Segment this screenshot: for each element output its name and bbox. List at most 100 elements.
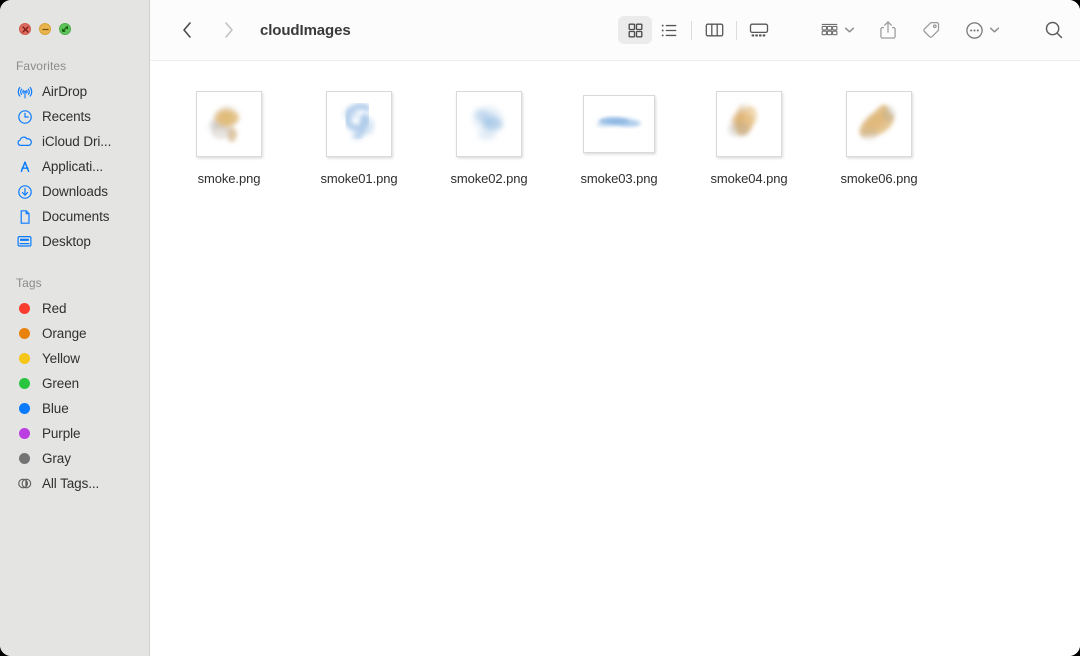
toolbar: cloudImages (150, 0, 1080, 61)
sidebar-tag-gray[interactable]: Gray (0, 446, 149, 471)
sidebar-item-label: AirDrop (42, 84, 88, 99)
file-name: smoke04.png (710, 171, 788, 186)
sidebar-item-airdrop[interactable]: AirDrop (0, 79, 149, 104)
sidebar-tag-purple[interactable]: Purple (0, 421, 149, 446)
maximize-button[interactable] (59, 23, 71, 35)
thumbnail-wrap (583, 87, 655, 161)
sidebar-item-label: Documents (42, 209, 110, 224)
traffic-lights (0, 0, 149, 35)
sidebar-item-label: Applicati... (42, 159, 104, 174)
file-thumbnail (196, 91, 262, 157)
share-icon (879, 20, 897, 40)
sidebar-tag-label: All Tags... (42, 476, 100, 491)
file-name: smoke01.png (320, 171, 398, 186)
tags-header: Tags (16, 276, 42, 290)
sidebar-item-desktop[interactable]: Desktop (0, 229, 149, 254)
clock-icon (16, 108, 33, 125)
sidebar-tag-yellow[interactable]: Yellow (0, 346, 149, 371)
sidebar-tag-label: Yellow (42, 351, 80, 366)
view-gallery-button[interactable] (742, 16, 776, 44)
desktop-icon (16, 233, 33, 250)
applications-icon (16, 158, 33, 175)
chevron-down-icon (989, 26, 1000, 34)
document-icon (16, 208, 33, 225)
tag-dot-icon (16, 350, 33, 367)
toolbar-divider (691, 20, 692, 40)
sidebar-tag-label: Gray (42, 451, 71, 466)
more-ellipsis-icon (965, 21, 984, 40)
tag-dot-icon (16, 400, 33, 417)
sidebar: Favorites AirDrop Recents iCloud Dri... … (0, 0, 150, 656)
sidebar-item-label: iCloud Dri... (42, 134, 112, 149)
view-column-button[interactable] (697, 16, 731, 44)
sidebar-item-applications[interactable]: Applicati... (0, 154, 149, 179)
sidebar-tag-label: Orange (42, 326, 87, 341)
sidebar-item-label: Desktop (42, 234, 91, 249)
file-name: smoke02.png (450, 171, 528, 186)
view-mode-group (618, 16, 776, 44)
file-name: smoke03.png (580, 171, 658, 186)
tag-icon (921, 20, 941, 40)
file-name: smoke06.png (840, 171, 918, 186)
tag-dot-icon (16, 375, 33, 392)
file-item[interactable]: smoke.png (164, 83, 294, 186)
add-tag-button[interactable] (921, 15, 941, 45)
file-name: smoke.png (197, 171, 261, 186)
tag-dot-icon (16, 325, 33, 342)
sidebar-tag-blue[interactable]: Blue (0, 396, 149, 421)
thumbnail-wrap (196, 87, 262, 161)
file-item[interactable]: smoke02.png (424, 83, 554, 186)
thumbnail-wrap (456, 87, 522, 161)
sidebar-item-label: Recents (42, 109, 91, 124)
toolbar-divider (736, 20, 737, 40)
page-title: cloudImages (260, 21, 351, 39)
sidebar-item-downloads[interactable]: Downloads (0, 179, 149, 204)
share-button[interactable] (879, 15, 897, 45)
sidebar-tag-green[interactable]: Green (0, 371, 149, 396)
main-area: cloudImages smoke.png smoke01.png smoke0… (150, 0, 1080, 656)
close-button[interactable] (19, 23, 31, 35)
sidebar-tag-red[interactable]: Red (0, 296, 149, 321)
file-item[interactable]: smoke01.png (294, 83, 424, 186)
thumbnail-wrap (326, 87, 392, 161)
file-thumbnail (326, 91, 392, 157)
sidebar-item-icloud-drive[interactable]: iCloud Dri... (0, 129, 149, 154)
sidebar-item-recents[interactable]: Recents (0, 104, 149, 129)
minimize-button[interactable] (39, 23, 51, 35)
airdrop-icon (16, 83, 33, 100)
view-list-button[interactable] (652, 16, 686, 44)
file-grid: smoke.png smoke01.png smoke02.png smoke0… (150, 83, 1080, 186)
tag-dot-icon (16, 425, 33, 442)
sidebar-tag-label: Blue (42, 401, 69, 416)
favorites-header: Favorites (16, 59, 67, 73)
downloads-icon (16, 183, 33, 200)
file-thumbnail (456, 91, 522, 157)
forward-button[interactable] (214, 15, 244, 45)
sidebar-tag-orange[interactable]: Orange (0, 321, 149, 346)
back-button[interactable] (172, 15, 202, 45)
sidebar-item-label: Downloads (42, 184, 108, 199)
file-thumbnail (583, 95, 655, 153)
icloud-icon (16, 133, 33, 150)
view-icon-button[interactable] (618, 16, 652, 44)
sidebar-tag-label: Red (42, 301, 67, 316)
file-thumbnail (716, 91, 782, 157)
group-by-button[interactable] (820, 15, 855, 45)
sidebar-tag-all-tags[interactable]: All Tags... (0, 471, 149, 496)
all-tags-icon (16, 475, 33, 492)
tag-dot-icon (16, 300, 33, 317)
sidebar-item-documents[interactable]: Documents (0, 204, 149, 229)
file-item[interactable]: smoke03.png (554, 83, 684, 186)
more-button[interactable] (965, 15, 1000, 45)
file-item[interactable]: smoke06.png (814, 83, 944, 186)
file-item[interactable]: smoke04.png (684, 83, 814, 186)
thumbnail-wrap (716, 87, 782, 161)
group-by-icon (820, 22, 839, 39)
chevron-down-icon (844, 26, 855, 34)
sidebar-tag-label: Purple (42, 426, 81, 441)
file-browser-content[interactable]: smoke.png smoke01.png smoke02.png smoke0… (150, 61, 1080, 656)
file-thumbnail (846, 91, 912, 157)
search-button[interactable] (1044, 15, 1064, 45)
finder-window: Favorites AirDrop Recents iCloud Dri... … (0, 0, 1080, 656)
sidebar-tag-label: Green (42, 376, 80, 391)
